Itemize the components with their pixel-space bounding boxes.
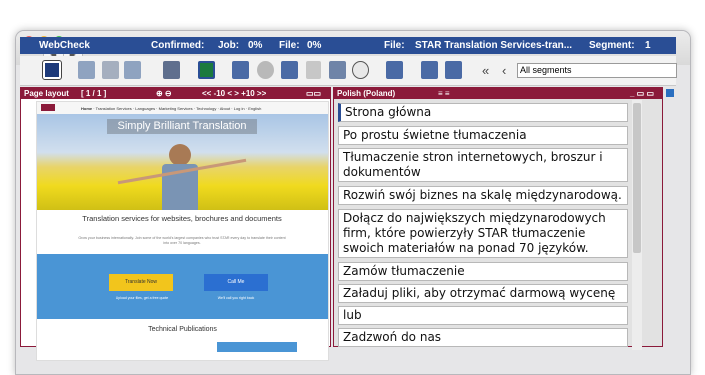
- website-preview: Home · Translation Services · Languages …: [36, 101, 329, 361]
- file-label: File:: [279, 40, 300, 51]
- page-layout-title: Page layout: [24, 89, 69, 98]
- segment-6[interactable]: Zamów tłumaczenie: [338, 262, 628, 281]
- status-bar: WebCheck Confirmed: Job: 0% File: 0% Fil…: [20, 37, 676, 54]
- confirmed-label: Confirmed:: [151, 40, 205, 51]
- page-navigation[interactable]: << -10 < > +10 >>: [202, 89, 266, 98]
- translate-now-caption: Upload your files, get a free quote: [115, 296, 169, 300]
- export-icon[interactable]: [198, 61, 215, 79]
- segment-number: 1: [645, 40, 651, 51]
- sidebar-tab-icon[interactable]: [666, 89, 674, 97]
- section-button: [217, 342, 297, 352]
- segment-label: Segment:: [589, 40, 635, 51]
- app-name: WebCheck: [39, 40, 90, 51]
- file-name: STAR Translation Services-tran...: [415, 40, 573, 51]
- person-head: [169, 144, 191, 166]
- confirm-icon[interactable]: [421, 61, 438, 79]
- segment-1[interactable]: Strona główna: [338, 103, 628, 122]
- scrollbar-thumb[interactable]: [633, 103, 641, 253]
- segment-5[interactable]: Dołącz do największych międzynarodowych …: [338, 209, 628, 258]
- segment-7[interactable]: Załaduj pliki, aby otrzymać darmową wyce…: [338, 284, 628, 303]
- cta-section: Translate Now Upload your files, get a f…: [37, 254, 328, 319]
- confirm-all-icon[interactable]: [445, 61, 462, 79]
- panel-window-icon[interactable]: ▭▭: [306, 89, 321, 98]
- next-segment-icon[interactable]: [124, 61, 141, 79]
- comment-icon[interactable]: [329, 61, 346, 79]
- filter-back-icon[interactable]: ‹: [502, 63, 506, 78]
- search-icon[interactable]: [386, 61, 403, 79]
- view-options-icon[interactable]: ≡ ≡: [438, 89, 450, 98]
- segment-9[interactable]: Zadzwoń do nas: [338, 328, 628, 347]
- website-menu[interactable]: Home · Translation Services · Languages …: [81, 106, 261, 111]
- segment-8[interactable]: lub: [338, 306, 628, 325]
- file-progress: 0%: [307, 40, 322, 51]
- segment-filter-select[interactable]: All segments: [517, 63, 677, 78]
- filter-prev-icon[interactable]: «: [482, 63, 489, 78]
- segment-2[interactable]: Po prostu świetne tłumaczenia: [338, 126, 628, 145]
- copy-icon[interactable]: [102, 61, 119, 79]
- file-name-label: File:: [384, 40, 405, 51]
- pdf-icon[interactable]: [232, 61, 249, 79]
- hero-title: Simply Brilliant Translation: [117, 120, 247, 132]
- job-icon[interactable]: [42, 60, 62, 80]
- hero-image: Simply Brilliant Translation: [37, 114, 328, 210]
- target-panel-header: Polish (Poland) ≡ ≡ _ ▭ ▭: [334, 88, 662, 99]
- page-indicator: [ 1 / 1 ]: [81, 89, 107, 98]
- zoom-icon[interactable]: ⊕ ⊖: [156, 89, 172, 98]
- job-progress: 0%: [248, 40, 263, 51]
- website-headline: Translation services for websites, broch…: [82, 214, 282, 223]
- text-format-icon[interactable]: [306, 61, 321, 79]
- page-layout-header: Page layout [ 1 / 1 ] ⊕ ⊖ << -10 < > +10…: [21, 88, 330, 99]
- website-nav: Home · Translation Services · Languages …: [37, 102, 328, 114]
- target-language-panel: Polish (Poland) ≡ ≡ _ ▭ ▭ Strona główna …: [333, 87, 663, 350]
- segment-3[interactable]: Tłumaczenie stron internetowych, broszur…: [338, 148, 628, 182]
- panel-window-icon[interactable]: _ ▭ ▭: [630, 89, 654, 98]
- save-icon[interactable]: [163, 61, 180, 79]
- prev-segment-icon[interactable]: [78, 61, 95, 79]
- target-language-title: Polish (Poland): [337, 89, 396, 98]
- star-logo: [41, 104, 55, 111]
- segments-scrollbar[interactable]: [632, 100, 642, 350]
- call-me-button[interactable]: Call Me: [204, 274, 268, 291]
- section-title: Technical Publications: [148, 326, 217, 333]
- translate-now-button[interactable]: Translate Now: [109, 274, 173, 291]
- right-sidebar: [664, 87, 676, 347]
- toolbar: « ‹ All segments: [20, 56, 677, 86]
- call-me-caption: We'll call you right back: [217, 296, 255, 300]
- settings-icon[interactable]: [257, 61, 274, 79]
- website-body-text: Grow your business internationally. Join…: [78, 236, 286, 245]
- job-label: Job:: [218, 40, 240, 51]
- speech-bubble-icon[interactable]: [352, 61, 369, 79]
- pdf-export-icon[interactable]: [281, 61, 298, 79]
- page-layout-panel: Page layout [ 1 / 1 ] ⊕ ⊖ << -10 < > +10…: [20, 87, 331, 361]
- segment-4[interactable]: Rozwiń swój biznes na skalę międzynarodo…: [338, 186, 628, 205]
